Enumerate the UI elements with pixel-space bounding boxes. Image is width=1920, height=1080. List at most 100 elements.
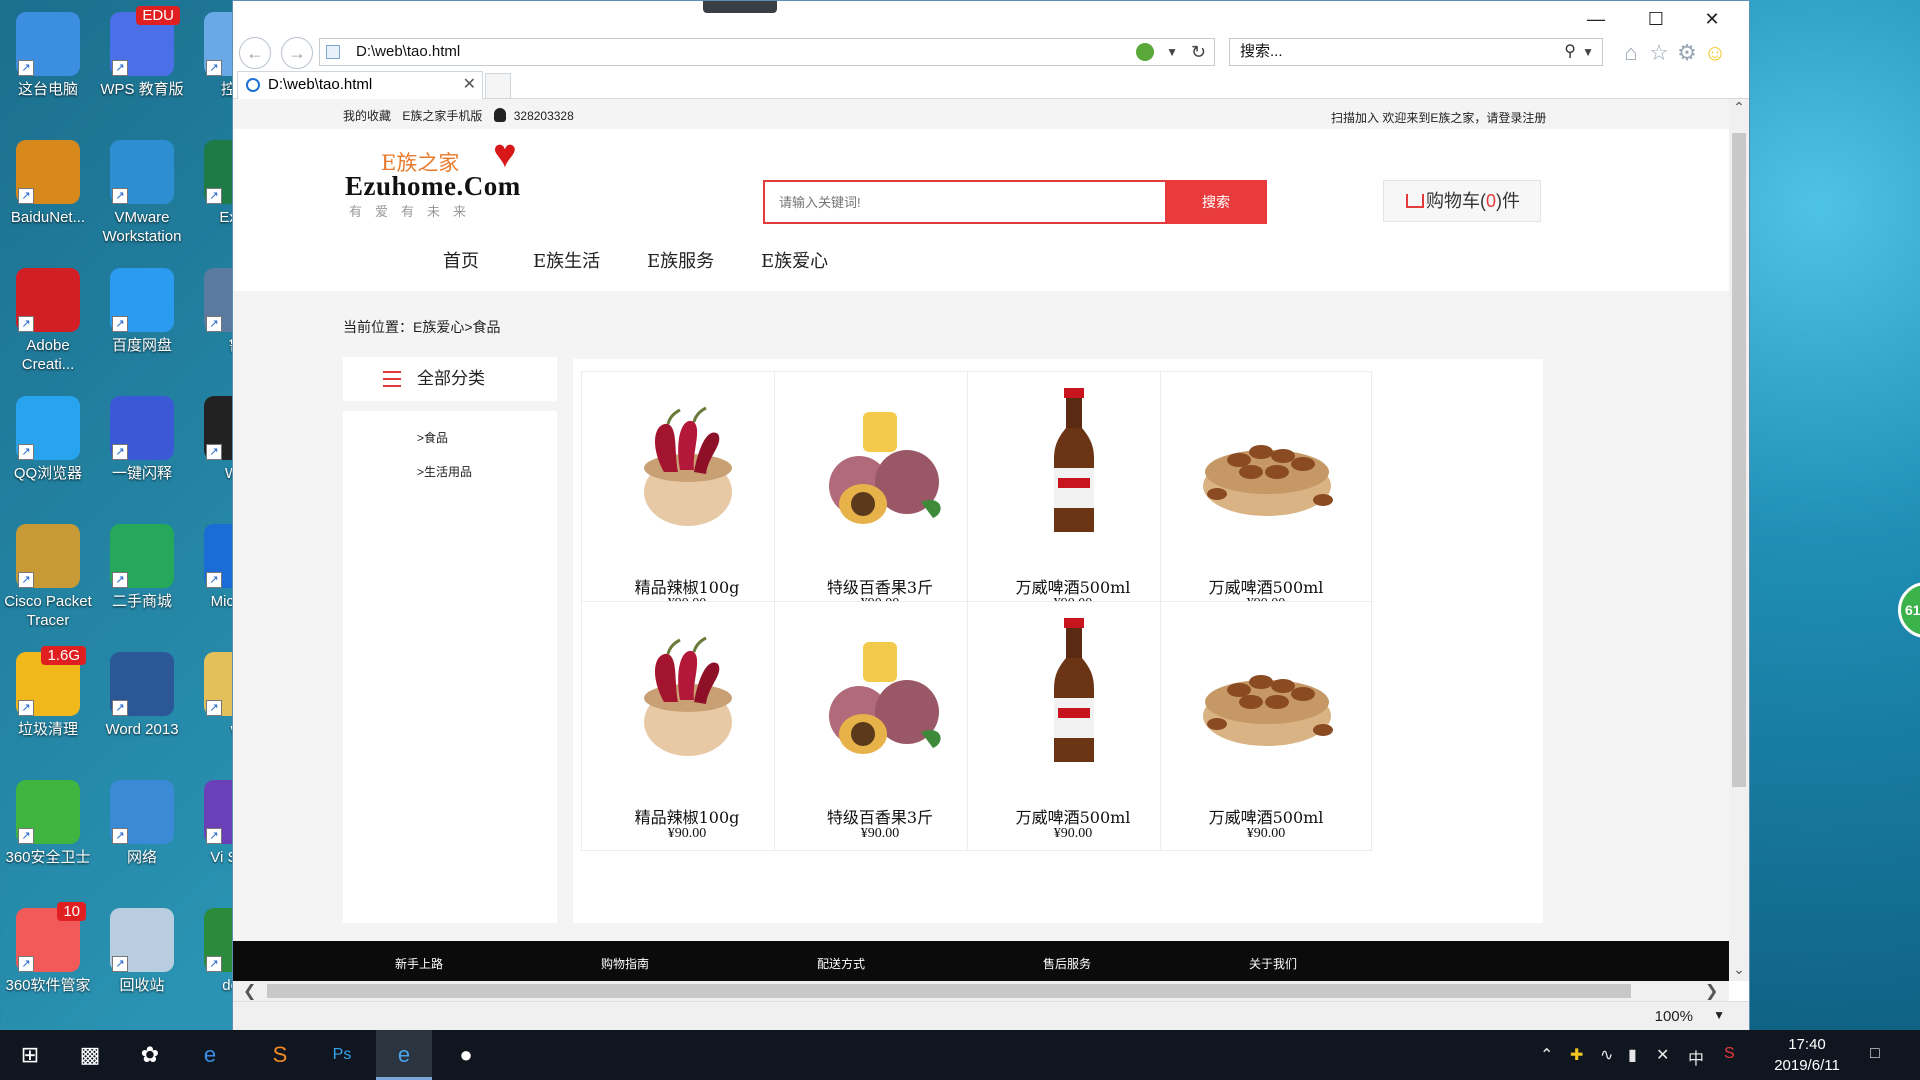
beer-image[interactable] — [994, 382, 1154, 542]
product-name[interactable]: 特级百香果3斤 — [775, 804, 985, 828]
desktop-icon[interactable]: ↗ 二手商城 — [94, 524, 190, 611]
taskbar-photoshop-icon[interactable]: Ps — [314, 1030, 370, 1080]
site-logo[interactable]: E族之家 ♥ Ezuhome.Com 有爱有未来 — [345, 134, 535, 219]
product-name[interactable]: 精品辣椒100g — [582, 574, 792, 598]
taskbar-clock[interactable]: 17:40 2019/6/11 — [1762, 1034, 1852, 1076]
desktop-icon[interactable]: ↗ Word 2013 — [94, 652, 190, 739]
tray-volume-icon[interactable]: ✕ — [1656, 1045, 1669, 1065]
taskbar-app-fan-icon[interactable]: ✿ — [122, 1030, 178, 1080]
nav-item-life[interactable]: E族生活 — [533, 247, 600, 273]
nuts-image[interactable] — [1187, 382, 1347, 542]
cart-button[interactable]: 购物车(0)件 — [1383, 180, 1541, 222]
gear-icon[interactable]: ⚙ — [1673, 39, 1701, 67]
desktop-icon[interactable]: ↗ 这台电脑 — [0, 12, 96, 99]
footer-link-aftersale[interactable]: 售后服务 — [1043, 955, 1091, 972]
mobile-link[interactable]: E族之家手机版 — [402, 109, 482, 123]
product-name[interactable]: 万威啤酒500ml — [968, 574, 1178, 598]
product-name[interactable]: 万威啤酒500ml — [1161, 804, 1371, 828]
product-card[interactable]: 万威啤酒500ml¥90.00 — [967, 601, 1179, 851]
desktop-icon[interactable]: ↗ 1.6G 垃圾清理 — [0, 646, 96, 739]
notification-icon[interactable]: □ — [1870, 1045, 1880, 1063]
product-name[interactable]: 万威啤酒500ml — [968, 804, 1178, 828]
tray-wifi-icon[interactable]: ∿ — [1600, 1045, 1613, 1065]
desktop-icon[interactable]: ↗ EDU WPS 教育版 — [94, 6, 190, 99]
start-button[interactable]: ⊞ — [2, 1030, 58, 1080]
vertical-scrollbar[interactable]: ⌃ ⌄ — [1729, 99, 1749, 981]
zoom-level[interactable]: 100% — [1655, 1008, 1693, 1025]
welcome-login-text[interactable]: 扫描加入 欢迎来到E族之家，请登录注册 — [1331, 109, 1546, 126]
taskbar-qq-icon[interactable]: ● — [438, 1030, 494, 1080]
smiley-feedback-icon[interactable]: ☺ — [1701, 39, 1729, 67]
desktop-icon[interactable]: ↗ QQ浏览器 — [0, 396, 96, 483]
nuts-image[interactable] — [1187, 612, 1347, 772]
desktop-icon[interactable]: ↗ 一键闪释 — [94, 396, 190, 483]
maximize-button[interactable]: ☐ — [1633, 5, 1679, 33]
category-item-food[interactable]: >食品 — [417, 429, 448, 446]
desktop-icon[interactable]: ↗ 360安全卫士 — [0, 780, 96, 867]
minimize-button[interactable]: — — [1573, 5, 1619, 33]
refresh-icon[interactable]: ↻ — [1191, 39, 1206, 65]
site-search-input[interactable] — [765, 182, 1165, 222]
footer-link-delivery[interactable]: 配送方式 — [817, 955, 865, 972]
new-tab-button[interactable] — [485, 73, 511, 99]
beer-image[interactable] — [994, 612, 1154, 772]
tab-current[interactable]: D:\web\tao.html ✕ — [237, 71, 483, 99]
scroll-left-icon[interactable]: ❮ — [243, 981, 256, 1001]
product-card[interactable]: 精品辣椒100g¥90.00 — [581, 601, 793, 851]
compat-view-icon[interactable] — [1136, 43, 1154, 61]
zoom-dropdown-icon[interactable]: ▼ — [1713, 1008, 1725, 1022]
desktop-icon[interactable]: ↗ 回收站 — [94, 908, 190, 995]
desktop-icon[interactable]: ↗ VMware Workstation — [94, 140, 190, 246]
tray-expand-icon[interactable]: ⌃ — [1540, 1045, 1553, 1065]
back-button[interactable]: ← — [239, 37, 271, 69]
tray-360-icon[interactable]: ✚ — [1570, 1045, 1583, 1065]
scroll-right-icon[interactable]: ❯ — [1705, 981, 1718, 1001]
address-dropdown-icon[interactable]: ▼ — [1166, 39, 1178, 65]
search-icon[interactable]: ⚲ — [1564, 39, 1576, 65]
product-name[interactable]: 万威啤酒500ml — [1161, 574, 1371, 598]
chili-image[interactable] — [608, 382, 768, 542]
product-card[interactable]: 特级百香果3斤¥90.00 — [774, 371, 986, 621]
passionfruit-image[interactable] — [801, 382, 961, 542]
nav-item-service[interactable]: E族服务 — [647, 247, 714, 273]
nav-item-home[interactable]: 首页 — [443, 247, 479, 273]
desktop-icon[interactable]: ↗ Cisco Packet Tracer — [0, 524, 96, 630]
site-search-button[interactable]: 搜索 — [1165, 180, 1267, 224]
category-header[interactable]: 全部分类 — [343, 357, 557, 401]
task-view-icon[interactable]: ▩ — [62, 1030, 118, 1080]
desktop-icon[interactable]: ↗ BaiduNet... — [0, 140, 96, 227]
favorites-link[interactable]: 我的收藏 — [343, 109, 391, 123]
browser-search-box[interactable]: 搜索... ⚲ ▼ — [1229, 38, 1603, 66]
address-bar[interactable]: D:\web\tao.html ▼ ↻ — [319, 38, 1215, 66]
desktop-icon[interactable]: ↗ 10 360软件管家 — [0, 902, 96, 995]
horizontal-scroll-thumb[interactable] — [267, 984, 1631, 998]
scroll-down-icon[interactable]: ⌄ — [1729, 961, 1749, 978]
product-name[interactable]: 特级百香果3斤 — [775, 574, 985, 598]
product-card[interactable]: 万威啤酒500ml¥90.00 — [967, 371, 1179, 621]
product-card[interactable]: 特级百香果3斤¥90.00 — [774, 601, 986, 851]
taskbar-ie-icon[interactable]: e — [376, 1030, 432, 1080]
tray-ime[interactable]: 中 — [1688, 1045, 1704, 1069]
desktop-icon[interactable]: ↗ Adobe Creati... — [0, 268, 96, 374]
product-card[interactable]: 精品辣椒100g¥90.00 — [581, 371, 793, 621]
tray-sogou-icon[interactable]: S — [1724, 1045, 1735, 1063]
nav-item-love[interactable]: E族爱心 — [761, 247, 828, 273]
horizontal-scrollbar[interactable]: ❮ ❯ — [233, 981, 1729, 1001]
window-grip[interactable] — [703, 1, 777, 13]
close-button[interactable]: ✕ — [1689, 5, 1735, 33]
search-dropdown-icon[interactable]: ▼ — [1582, 39, 1594, 65]
desktop-icon[interactable]: ↗ 百度网盘 — [94, 268, 190, 355]
product-card[interactable]: 万威啤酒500ml¥90.00 — [1160, 601, 1372, 851]
scroll-up-icon[interactable]: ⌃ — [1729, 99, 1749, 116]
home-icon[interactable]: ⌂ — [1617, 39, 1645, 67]
forward-button[interactable]: → — [281, 37, 313, 69]
chili-image[interactable] — [608, 612, 768, 772]
tab-close-icon[interactable]: ✕ — [463, 72, 476, 98]
product-card[interactable]: 万威啤酒500ml¥90.00 — [1160, 371, 1372, 621]
vertical-scroll-thumb[interactable] — [1732, 133, 1746, 787]
desktop-icon[interactable]: ↗ 网络 — [94, 780, 190, 867]
tray-battery-icon[interactable]: ▮ — [1628, 1045, 1637, 1065]
footer-link-guide[interactable]: 购物指南 — [601, 955, 649, 972]
category-item-daily[interactable]: >生活用品 — [417, 463, 472, 480]
footer-link-newbie[interactable]: 新手上路 — [395, 955, 443, 972]
